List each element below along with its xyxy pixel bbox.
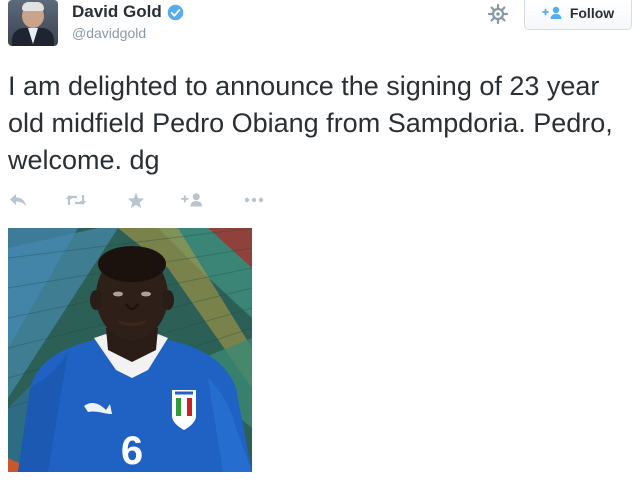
jersey-number: 6 — [121, 429, 143, 472]
display-name[interactable]: David Gold — [72, 2, 162, 22]
more-icon — [244, 197, 264, 203]
reply-icon — [10, 194, 26, 206]
follow-user-button[interactable] — [180, 190, 206, 210]
tweet-text: I am delighted to announce the signing o… — [8, 71, 613, 175]
follow-button[interactable]: Follow — [524, 0, 632, 30]
follow-button-label: Follow — [569, 5, 615, 21]
settings-gear-icon[interactable] — [486, 2, 510, 26]
favorite-button[interactable] — [126, 190, 146, 210]
retweet-icon — [66, 195, 86, 205]
star-icon — [127, 192, 145, 208]
player-photo-illustration: 6 — [8, 228, 252, 472]
profile-avatar[interactable] — [8, 0, 58, 46]
retweet-button[interactable] — [64, 190, 88, 210]
user-handle[interactable]: @davidgold — [72, 25, 146, 41]
add-user-icon — [181, 193, 203, 207]
reply-button[interactable] — [8, 190, 28, 210]
tweet-photo[interactable]: 6 — [8, 228, 252, 472]
display-name-row[interactable]: David Gold — [72, 2, 184, 22]
verified-badge-icon — [167, 4, 184, 20]
add-user-icon — [541, 6, 562, 19]
more-options-button[interactable] — [242, 190, 266, 210]
